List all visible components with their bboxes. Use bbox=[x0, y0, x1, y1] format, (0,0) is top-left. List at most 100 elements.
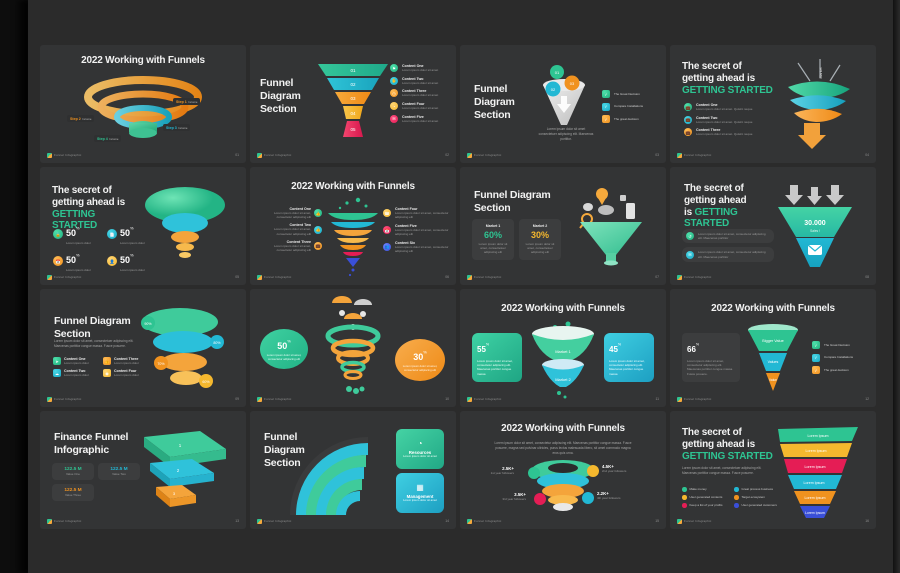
list-item[interactable]: ✓ Compare Installations bbox=[602, 102, 643, 111]
info-chip[interactable]: ✉ Lorem ipsum dolor sit amet, consectetu… bbox=[682, 247, 774, 262]
list-item[interactable]: ✓ Compare Installations bbox=[812, 353, 853, 362]
list-item[interactable]: ✓ The Great Decision bbox=[812, 341, 853, 349]
slide-14-card-resources[interactable]: ◔ Resources Lorem ipsum dolor sit amet bbox=[396, 429, 444, 469]
list-item[interactable]: ☎ Content Four Lorem ipsum dolor sit ame… bbox=[383, 207, 449, 219]
list-item[interactable]: ☁ Content Two Lorem ipsum dolor bbox=[53, 369, 99, 378]
slide-1-ring-label-0: Step 1 Income bbox=[173, 98, 201, 105]
slide-thumbnail-4[interactable]: The secret of getting ahead is GETTING S… bbox=[670, 45, 876, 163]
svg-text:Market 2: Market 2 bbox=[555, 377, 571, 382]
slide-1-ring-label-2: Step 3 Income bbox=[163, 124, 191, 131]
slide-thumbnail-2[interactable]: Funnel Diagram Section 01 02 03 04 05 ⚑ … bbox=[250, 45, 456, 163]
slide-thumbnail-11[interactable]: 2022 Working with Funnels Market 1 Marke… bbox=[460, 289, 666, 407]
brand-logo-icon bbox=[677, 274, 682, 280]
list-item[interactable]: User generated contents bbox=[682, 495, 730, 500]
page-number: 06 bbox=[445, 275, 449, 279]
slide-12-stat-card[interactable]: 66% Lorem ipsum dolor sit amet, consecte… bbox=[682, 333, 740, 382]
list-item[interactable]: ✉ Content Five Lorem ipsum dolor sit ame… bbox=[390, 115, 438, 123]
svg-text:70%: 70% bbox=[157, 362, 165, 366]
stat-item[interactable]: 📄 50% Lorem ipsum dolor bbox=[107, 223, 157, 245]
info-chip[interactable]: ↺ Lorem ipsum dolor sit amet, consectetu… bbox=[682, 229, 774, 244]
slide-thumbnail-14[interactable]: Funnel Diagram Section ◔ Resources Lorem… bbox=[250, 411, 456, 529]
page-number: 09 bbox=[235, 397, 239, 401]
slide-11-card-right[interactable]: 45% Lorem ipsum dolor sit amet, consecte… bbox=[604, 333, 654, 382]
send-icon: ➤ bbox=[53, 357, 61, 366]
slide-thumbnail-3[interactable]: Funnel Diagram Section 01 02 03 Lorem ip… bbox=[460, 45, 666, 163]
list-item[interactable]: Target ecosystem bbox=[734, 495, 784, 500]
slide-thumbnail-8[interactable]: The secret of getting ahead is GETTING S… bbox=[670, 167, 876, 285]
list-item[interactable]: ➤ Content One Lorem ipsum dolor bbox=[53, 357, 99, 366]
legend-dot bbox=[734, 487, 739, 492]
slide-thumbnail-1[interactable]: 2022 Working with Funnels Step 1 Income … bbox=[40, 45, 246, 163]
list-item[interactable]: ✓ The great decision bbox=[602, 115, 643, 123]
slide-thumbnail-10[interactable]: 50% Lorem ipsum dolor sit amet, consecte… bbox=[250, 289, 456, 407]
slide-thumbnail-5[interactable]: The secret of getting ahead is GETTING S… bbox=[40, 167, 246, 285]
slide-thumbnail-7[interactable]: Funnel Diagram Section Market 1 60% Lore… bbox=[460, 167, 666, 285]
footer-brand: Funnel Infographic bbox=[54, 519, 82, 523]
list-item[interactable]: Content Two Lorem ipsum dolor sit amet, … bbox=[260, 223, 322, 236]
stat-item[interactable]: 📅 50% Lorem ipsum dolor bbox=[53, 250, 103, 272]
slide-11-card-left[interactable]: 55% Lorem ipsum dolor sit amet, consecte… bbox=[472, 333, 522, 382]
list-item[interactable]: 👍 Content Three Lorem ipsum dolor bbox=[103, 357, 149, 366]
svg-text:05: 05 bbox=[350, 127, 356, 132]
list-item[interactable]: ◉ Content Four Lorem ipsum dolor bbox=[103, 369, 149, 378]
check-icon: ✓ bbox=[812, 341, 820, 349]
list-item[interactable]: Make money bbox=[682, 487, 730, 492]
list-item[interactable]: 💼 Content Three Lorem ipsum dolor sit am… bbox=[684, 128, 752, 137]
slide-5-stats: 🔒 50% Lorem ipsum dolor 📄 50% Lorem ipsu… bbox=[53, 223, 157, 272]
svg-text:03: 03 bbox=[350, 96, 356, 101]
briefcase-icon: 💼 bbox=[684, 128, 692, 137]
lock-icon: 🔒 bbox=[53, 229, 63, 240]
stat-item[interactable]: 🔒 50% Lorem ipsum dolor bbox=[53, 223, 103, 245]
slide-thumbnail-6[interactable]: 2022 Working with Funnels Content One Lo… bbox=[250, 167, 456, 285]
list-item[interactable]: Keep a list of your profits bbox=[682, 503, 730, 508]
slide-thumbnail-9[interactable]: Funnel Diagram Section Lorem ipsum dolor… bbox=[40, 289, 246, 407]
list-item[interactable]: ◔ Content Four Lorem ipsum dolor sit ame… bbox=[390, 102, 438, 111]
value-card[interactable]: 122.5 M Value Three bbox=[52, 484, 94, 502]
list-item[interactable]: 📅 Content Five Lorem ipsum dolor sit ame… bbox=[383, 224, 449, 236]
camera-icon: ◉ bbox=[103, 369, 111, 378]
slide-1-funnel-graphic bbox=[84, 76, 202, 138]
stat-item[interactable]: 👤 50% Lorem ipsum dolor bbox=[107, 250, 157, 272]
list-item[interactable]: ⚑ Content One Lorem ipsum dolor sit amet bbox=[390, 64, 438, 73]
list-item[interactable]: Content Three Lorem ipsum dolor sit amet… bbox=[260, 240, 322, 252]
slide-thumbnail-12[interactable]: 2022 Working with Funnels Bigger Value V… bbox=[670, 289, 876, 407]
mail-icon: ✉ bbox=[390, 114, 398, 123]
list-item[interactable]: 💼 Content Two Lorem ipsum dolor sit amet… bbox=[684, 116, 752, 124]
user-icon: 👤 bbox=[107, 256, 117, 267]
svg-text:Lorem Ipsum: Lorem Ipsum bbox=[804, 481, 825, 485]
list-item[interactable]: ✓ The Great Decision bbox=[602, 90, 643, 98]
list-item[interactable]: 👥 Content Six Lorem ipsum dolor sit amet… bbox=[383, 241, 449, 253]
brand-logo-icon bbox=[257, 152, 262, 158]
calendar-icon: 📅 bbox=[383, 226, 391, 235]
svg-text:Lorem Ipsum: Lorem Ipsum bbox=[805, 465, 826, 469]
slide-thumbnail-15[interactable]: 2022 Working with Funnels Lorem ipsum do… bbox=[460, 411, 666, 529]
document-icon: 📄 bbox=[107, 229, 117, 240]
slide-7-market-cards: Market 1 60% Lorem ipsum dolor sit amet,… bbox=[472, 219, 561, 260]
page-number: 14 bbox=[445, 519, 449, 523]
list-item[interactable]: Content One Lorem ipsum dolor sit amet, … bbox=[260, 207, 322, 219]
slide-14-card-management[interactable]: ▦ Management Lorem ipsum dolor sit amet bbox=[396, 473, 444, 513]
slide-10-left-bubble[interactable]: 50% Lorem ipsum dolor sit amet, consecte… bbox=[260, 329, 308, 369]
list-item[interactable]: 💼 Content One Lorem ipsum dolor sit amet… bbox=[684, 103, 752, 112]
list-item[interactable]: Great process business bbox=[734, 487, 784, 492]
presentation-page: 2022 Working with Funnels Step 1 Income … bbox=[28, 0, 900, 573]
footer-brand: Funnel Infographic bbox=[264, 519, 292, 523]
slide-thumbnail-16[interactable]: The secret of getting ahead is GETTING S… bbox=[670, 411, 876, 529]
svg-text:Value: Value bbox=[769, 378, 777, 382]
slide-1-ring-label-1: Step 2 Income bbox=[67, 115, 95, 122]
footer-brand: Funnel Infographic bbox=[474, 153, 502, 157]
value-card[interactable]: 122.5 M Value One bbox=[52, 463, 94, 481]
list-item[interactable]: ◷ Content Three Lorem ipsum dolor sit am… bbox=[390, 89, 438, 98]
market-card[interactable]: Market 2 30% Lorem ipsum dolor sit amet,… bbox=[519, 219, 561, 260]
market-card[interactable]: Market 1 60% Lorem ipsum dolor sit amet,… bbox=[472, 219, 514, 260]
phone-icon: ☎ bbox=[383, 209, 391, 218]
list-item[interactable]: ✋ Content Two Lorem ipsum dolor sit amet bbox=[390, 77, 438, 85]
list-item[interactable]: User generated customers bbox=[734, 503, 784, 508]
list-item[interactable]: ✓ The great decision bbox=[812, 366, 853, 374]
slide-7-footer: Funnel Infographic 07 bbox=[467, 273, 659, 281]
footer-brand: Funnel Infographic bbox=[474, 275, 502, 279]
slide-10-right-bubble[interactable]: 30% Lorem ipsum dolor sit amet, consecte… bbox=[395, 339, 445, 381]
value-card[interactable]: 122.5 M Value Two bbox=[98, 463, 140, 481]
legend-dot bbox=[682, 495, 687, 500]
slide-thumbnail-13[interactable]: Finance Funnel Infographic 1 2 3 122.5 M… bbox=[40, 411, 246, 529]
